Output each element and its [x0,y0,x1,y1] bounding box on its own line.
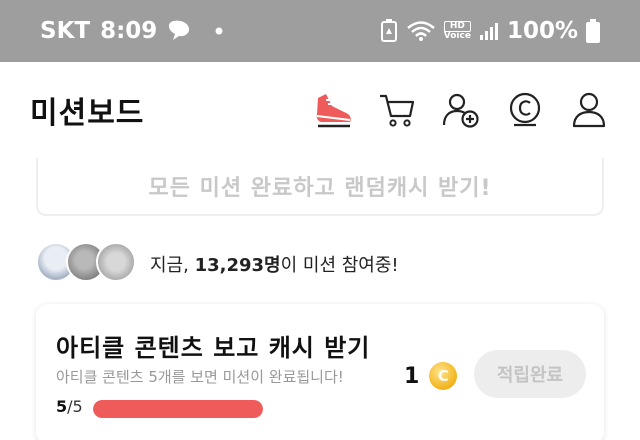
voice-label: Voice [443,31,471,41]
mission-progress-label: 5/5 [56,397,83,416]
profile-icon[interactable] [568,89,610,131]
page-title: 미션보드 [30,96,145,131]
progress-done: 5 [56,397,68,416]
carrier-label: SKT [40,18,91,44]
mission-board-content: 모든 미션 완료하고 랜덤캐시 받기! 지금, 13,293명이 미션 참여중!… [0,158,640,440]
talk-icon [167,19,193,43]
all-missions-banner[interactable]: 모든 미션 완료하고 랜덤캐시 받기! [36,158,604,216]
hd-voice-icon: HD Voice [443,21,471,41]
coin-icon: C [429,362,458,390]
header-actions [312,89,610,131]
clock: 8:09 [100,18,158,44]
mission-progress-bar [93,400,263,418]
add-friend-icon[interactable] [440,89,482,131]
battery-icon [586,19,600,43]
mission-card[interactable]: 아티클 콘텐츠 보고 캐시 받기 아티클 콘텐츠 5개를 보면 미션이 완료됩니… [36,304,604,440]
battery-percent: 100% [506,18,578,44]
avatar [96,242,136,282]
progress-total: /5 [67,397,83,416]
mission-reward: 1 C [404,362,458,390]
participants-prefix: 지금, [150,255,195,276]
dot-icon [215,27,223,35]
participants-count: 13,293명 [194,255,281,276]
cart-icon[interactable] [376,89,418,131]
battery-saver-icon [380,19,398,43]
sneaker-icon[interactable] [312,89,354,131]
signal-icon [479,21,499,41]
banner-text: 모든 미션 완료하고 랜덤캐시 받기! [148,176,492,201]
collect-complete-button[interactable]: 적립완료 [474,350,586,398]
wifi-icon [406,20,436,42]
app-header: 미션보드 [0,62,640,158]
participants-row: 지금, 13,293명이 미션 참여중! [36,240,399,288]
avatar-stack [36,242,146,286]
reward-amount: 1 [404,363,420,389]
participants-text: 지금, 13,293명이 미션 참여중! [150,251,399,277]
mission-title: 아티클 콘텐츠 보고 캐시 받기 [56,334,371,362]
mission-subtitle: 아티클 콘텐츠 5개를 보면 미션이 완료됩니다! [56,368,344,386]
mission-progress-fill [93,400,263,418]
cash-icon[interactable] [504,89,546,131]
participants-suffix: 이 미션 참여중! [280,255,399,276]
status-bar: SKT 8:09 HD Voice 100% [0,0,640,62]
